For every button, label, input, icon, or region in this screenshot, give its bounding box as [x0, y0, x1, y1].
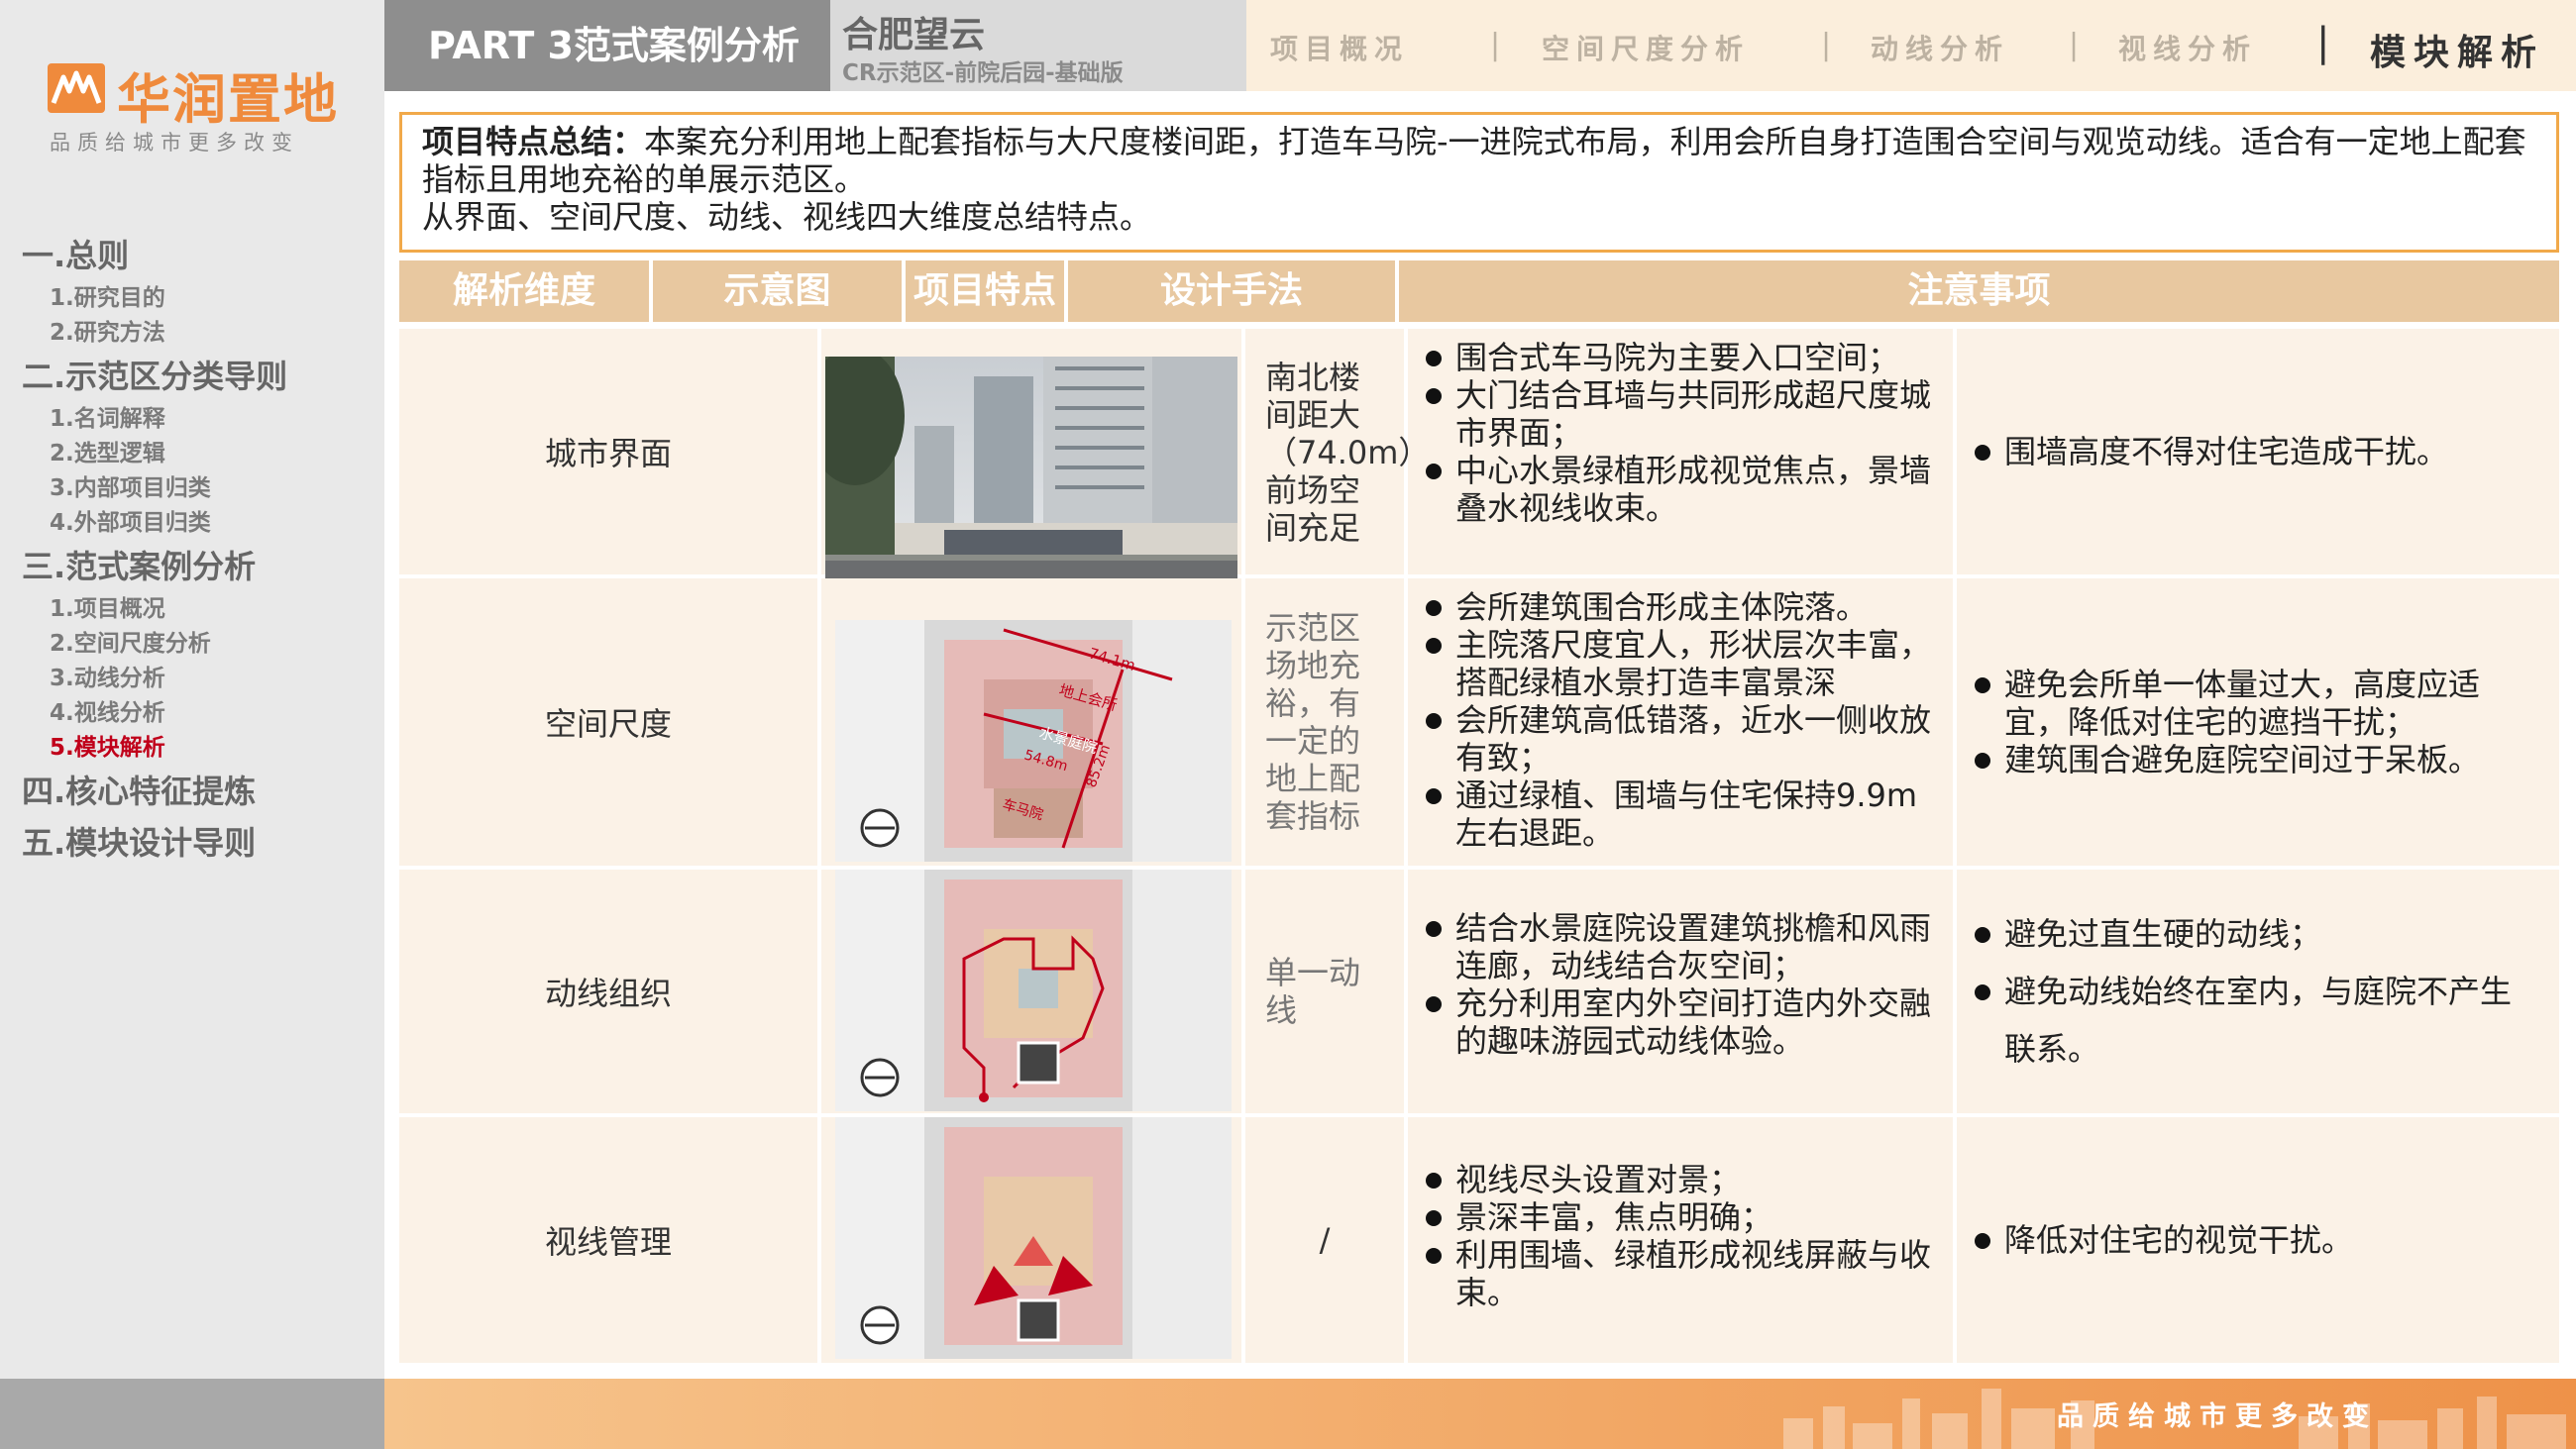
row-dimension: 动线组织 [399, 870, 817, 1113]
nav-section-core-features[interactable]: 四.核心特征提炼 [22, 766, 378, 817]
project-title: 合肥望云 [842, 15, 986, 55]
nav-section-general[interactable]: 一.总则 [22, 230, 378, 281]
design-point: 会所建筑围合形成主体院落。 [1422, 588, 1935, 626]
top-nav: 项目概况 | 空间尺度分析 | 动线分析 | 视线分析 | 模块解析 [1246, 0, 2576, 91]
tab-project-overview[interactable]: 项目概况 [1270, 28, 1409, 67]
nav-item-circulation[interactable]: 3.动线分析 [22, 662, 378, 696]
design-point: 中心水景绿植形成视觉焦点，景墙叠水视线收束。 [1422, 452, 1935, 527]
row-notes: 避免过直生硬的动线； 避免动线始终在室内，与庭院不产生联系。 [1957, 870, 2559, 1113]
sightline-diagram [835, 1117, 1232, 1359]
brand-logo: 华润置地 品质给城市更多改变 [48, 55, 345, 155]
nav-item-research-purpose[interactable]: 1.研究目的 [22, 281, 378, 316]
header-notes: 注意事项 [1399, 260, 2559, 322]
project-subtitle: CR示范区-前院后园-基础版 [842, 60, 1124, 86]
note-point: 避免会所单一体量过大，高度应适宜，降低对住宅的遮挡干扰； [1971, 666, 2520, 741]
tab-space-scale[interactable]: 空间尺度分析 [1542, 28, 1750, 67]
row-design: 围合式车马院为主要入口空间； 大门结合耳墙与共同形成超尺度城市界面； 中心水景绿… [1408, 329, 1953, 574]
row-notes: 围墙高度不得对住宅造成干扰。 [1957, 329, 2559, 574]
brand-name: 华润置地 [117, 68, 339, 131]
nav-section-module-guidelines[interactable]: 五.模块设计导则 [22, 817, 378, 869]
table-row: 城市界面 南北楼间距大（74.0m），前场空间充足 围合式车马院为主要入口空间；… [399, 329, 2559, 592]
design-point: 视线尽头设置对景； [1422, 1161, 1935, 1198]
row-notes: 降低对住宅的视觉干扰。 [1957, 1117, 2559, 1363]
footer-band: 品质给城市更多改变 [384, 1379, 2576, 1449]
table-row: 视线管理 / 视线尽头设置对景； 景深丰富，焦点明确； 利用围墙、绿植形成视线屏… [399, 1117, 2559, 1363]
sidebar-nav: 一.总则 1.研究目的 2.研究方法 二.示范区分类导则 1.名词解释 2.选型… [22, 230, 378, 869]
row-dimension: 城市界面 [399, 329, 817, 574]
row-image-cell [821, 870, 1241, 1113]
row-notes: 避免会所单一体量过大，高度应适宜，降低对住宅的遮挡干扰； 建筑围合避免庭院空间过… [1957, 578, 2559, 866]
nav-item-research-method[interactable]: 2.研究方法 [22, 316, 378, 351]
design-point: 通过绿植、围墙与住宅保持9.9m左右退距。 [1422, 776, 1935, 852]
design-point: 主院落尺度宜人，形状层次丰富，搭配绿植水景打造丰富景深 [1422, 626, 1935, 701]
nav-item-internal-projects[interactable]: 3.内部项目归类 [22, 471, 378, 506]
part-title: PART 3范式案例分析 [384, 0, 830, 91]
table-row: 空间尺度 74.1m 地上会所 水景庭院 54.8m 85.2m 车马院 示范区… [399, 578, 2559, 866]
design-point: 景深丰富，焦点明确； [1422, 1198, 1935, 1236]
note-point: 降低对住宅的视觉干扰。 [1971, 1221, 2353, 1259]
summary-box: 项目特点总结：本案充分利用地上配套指标与大尺度楼间距，打造车马院-一进院式布局，… [399, 112, 2559, 253]
note-point: 避免过直生硬的动线； [1971, 905, 2520, 963]
project-header: 合肥望云 CR示范区-前院后园-基础版 [830, 0, 1246, 91]
header-diagram: 示意图 [653, 260, 902, 322]
row-design: 视线尽头设置对景； 景深丰富，焦点明确； 利用围墙、绿植形成视线屏蔽与收束。 [1408, 1117, 1953, 1363]
nav-item-glossary[interactable]: 1.名词解释 [22, 402, 378, 437]
brand-mark-icon [48, 63, 105, 113]
design-point: 大门结合耳墙与共同形成超尺度城市界面； [1422, 376, 1935, 452]
row-dimension: 视线管理 [399, 1117, 817, 1363]
note-point: 建筑围合避免庭院空间过于呆板。 [1971, 741, 2520, 778]
row-design: 结合水景庭院设置建筑挑檐和风雨连廊，动线结合灰空间； 充分利用室内外空间打造内外… [1408, 870, 1953, 1113]
street-photo [825, 357, 1237, 592]
row-feature: 单一动线 [1245, 870, 1404, 1113]
tab-separator: | [1821, 28, 1832, 62]
row-image-cell: 74.1m 地上会所 水景庭院 54.8m 85.2m 车马院 [821, 578, 1241, 866]
summary-text: 本案充分利用地上配套指标与大尺度楼间距，打造车马院-一进院式布局，利用会所自身打… [422, 123, 2526, 198]
row-dimension: 空间尺度 [399, 578, 817, 866]
tab-circulation[interactable]: 动线分析 [1871, 28, 2009, 67]
design-point: 充分利用室内外空间打造内外交融的趣味游园式动线体验。 [1422, 984, 1935, 1060]
header-feature: 项目特点 [906, 260, 1064, 322]
row-image-cell [821, 329, 1241, 592]
footer-left-band [0, 1379, 384, 1449]
footer-slogan: 品质给城市更多改变 [2057, 1401, 2378, 1432]
nav-item-external-projects[interactable]: 4.外部项目归类 [22, 506, 378, 541]
design-point: 会所建筑高低错落，近水一侧收放有致； [1422, 701, 1935, 776]
header-design: 设计手法 [1068, 260, 1395, 322]
nav-section-case-analysis[interactable]: 三.范式案例分析 [22, 541, 378, 592]
row-design: 会所建筑围合形成主体院落。 主院落尺度宜人，形状层次丰富，搭配绿植水景打造丰富景… [1408, 578, 1953, 866]
note-point: 围墙高度不得对住宅造成干扰。 [1971, 433, 2448, 470]
row-feature: 示范区场地充裕，有一定的地上配套指标 [1245, 578, 1404, 866]
tab-separator: | [1490, 28, 1501, 62]
nav-item-sightline[interactable]: 4.视线分析 [22, 696, 378, 731]
tab-module-analysis[interactable]: 模块解析 [2370, 24, 2544, 75]
circulation-diagram [835, 870, 1232, 1111]
note-point: 避免动线始终在室内，与庭院不产生联系。 [1971, 963, 2520, 1078]
row-feature: / [1245, 1117, 1404, 1363]
nav-section-classification[interactable]: 二.示范区分类导则 [22, 351, 378, 402]
summary-line2: 从界面、空间尺度、动线、视线四大维度总结特点。 [422, 198, 1152, 236]
design-point: 利用围墙、绿植形成视线屏蔽与收束。 [1422, 1236, 1935, 1311]
design-point: 围合式车马院为主要入口空间； [1422, 339, 1935, 376]
table-row: 动线组织 单一动线 结合水景庭院设置建筑挑檐和风雨连廊，动线结合灰空间； 充分利… [399, 870, 2559, 1113]
nav-item-selection-logic[interactable]: 2.选型逻辑 [22, 437, 378, 471]
header-dimension: 解析维度 [399, 260, 649, 322]
scale-diagram: 74.1m 地上会所 水景庭院 54.8m 85.2m 车马院 [835, 620, 1232, 862]
brand-slogan: 品质给城市更多改变 [50, 131, 299, 155]
sidebar: 华润置地 品质给城市更多改变 一.总则 1.研究目的 2.研究方法 二.示范区分… [0, 0, 384, 1379]
nav-item-module-analysis[interactable]: 5.模块解析 [22, 731, 378, 766]
summary-label: 项目特点总结： [422, 123, 645, 160]
row-image-cell [821, 1117, 1241, 1363]
row-feature: 南北楼间距大（74.0m），前场空间充足 [1245, 329, 1446, 574]
tab-sightline[interactable]: 视线分析 [2118, 28, 2257, 67]
design-point: 结合水景庭院设置建筑挑檐和风雨连廊，动线结合灰空间； [1422, 909, 1935, 984]
nav-item-project-overview[interactable]: 1.项目概况 [22, 592, 378, 627]
nav-item-space-scale[interactable]: 2.空间尺度分析 [22, 627, 378, 662]
tab-separator: | [2069, 28, 2080, 62]
tab-separator: | [2316, 20, 2330, 65]
